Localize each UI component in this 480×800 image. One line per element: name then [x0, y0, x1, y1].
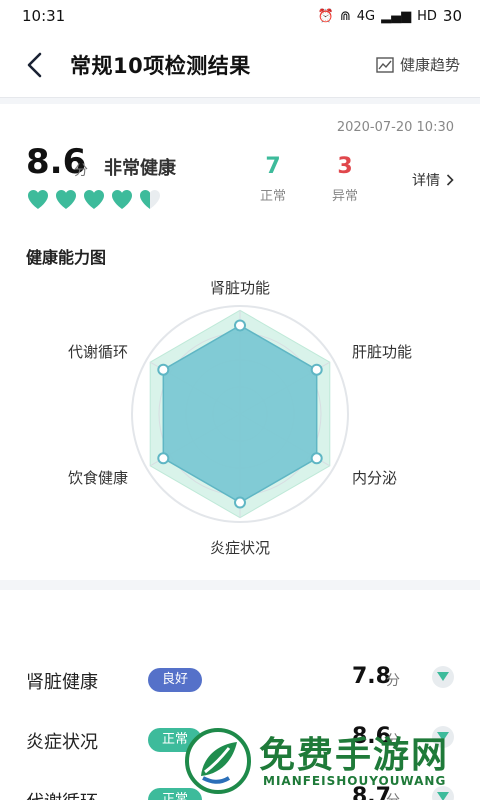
abnormal-label: 异常 [331, 189, 358, 204]
health-trend-button[interactable]: 健康趋势 [376, 54, 460, 75]
radar-point [234, 319, 246, 332]
details-link[interactable]: 详情 [412, 170, 454, 190]
radar-point [310, 363, 323, 376]
item-score-unit: 分 [386, 673, 400, 689]
heart-icon [84, 190, 104, 209]
caret-down-icon [437, 672, 449, 681]
test-datetime: 2020-07-20 10:30 [336, 120, 454, 135]
radar-axis-label: 饮食健康 [68, 469, 128, 487]
radar-axis-label: 内分泌 [352, 469, 397, 487]
status-icons: ⏰ ⋒ 4G ▂▄▆ HD 30 [318, 7, 462, 25]
expand-button[interactable] [432, 666, 454, 688]
normal-count: 7 [265, 154, 281, 179]
alarm-icon: ⏰ [317, 8, 334, 24]
radar-point [157, 363, 170, 376]
abnormal-count: 3 [337, 154, 353, 179]
status-bar: 10:31 ⏰ ⋒ 4G ▂▄▆ HD 30 [0, 0, 480, 32]
navbar: 常规10项检测结果 健康趋势 [0, 32, 480, 98]
score-unit: 分 [74, 163, 88, 179]
radar-point [157, 452, 170, 465]
hd-label: HD [417, 8, 437, 24]
site-watermark: 免费手游网 MIANFEISHOUYOUWANG [185, 720, 480, 800]
heart-icon [112, 190, 132, 209]
item-name: 代谢循环 [26, 788, 98, 800]
heart-icon [28, 190, 48, 209]
network-label: 4G [356, 8, 376, 24]
leaf-logo-icon [201, 742, 237, 784]
wifi-icon: ⋒ [339, 8, 351, 24]
list-item[interactable]: 肾脏健康 良好 7.8 分 [0, 660, 480, 708]
trend-chart-icon [376, 56, 394, 73]
radar-point [234, 496, 246, 509]
radar-axis-label: 肝脏功能 [352, 343, 412, 361]
abnormal-stat: 3 异常 [320, 154, 370, 204]
details-label: 详情 [412, 173, 440, 189]
heart-rating [26, 188, 162, 210]
back-button[interactable] [22, 50, 48, 80]
watermark-logo [185, 728, 251, 794]
status-time: 10:31 [22, 7, 66, 25]
item-name: 肾脏健康 [26, 672, 98, 693]
normal-label: 正常 [259, 189, 286, 204]
normal-stat: 7 正常 [248, 154, 298, 204]
watermark-subtitle: MIANFEISHOUYOUWANG [263, 774, 447, 788]
heart-icon [140, 190, 160, 209]
chevron-right-icon [446, 174, 454, 186]
radar-axis-label: 代谢循环 [68, 343, 128, 361]
summary-card: 2020-07-20 10:30 8.6 分 非常健康 7 正常 3 异常 详情… [0, 104, 480, 580]
status-badge: 良好 [148, 668, 203, 692]
signal-icon: ▂▄▆ [381, 8, 412, 24]
item-name: 炎症状况 [26, 732, 98, 753]
health-level: 非常健康 [104, 158, 176, 179]
battery-level: 30 [442, 7, 462, 25]
health-radar-chart: 肾脏功能肝脏功能内分泌炎症状况 饮食健康 代谢循环 [68, 279, 412, 557]
radar-axis-label: 肾脏功能 [210, 279, 270, 297]
heart-icon [56, 190, 76, 209]
radar-point [310, 452, 323, 465]
watermark-title: 免费手游网 [259, 735, 450, 776]
health-trend-label: 健康趋势 [399, 56, 460, 74]
page-title: 常规10项检测结果 [70, 54, 251, 78]
chevron-left-icon [27, 52, 42, 78]
radar-axis-label: 炎症状况 [210, 539, 270, 557]
